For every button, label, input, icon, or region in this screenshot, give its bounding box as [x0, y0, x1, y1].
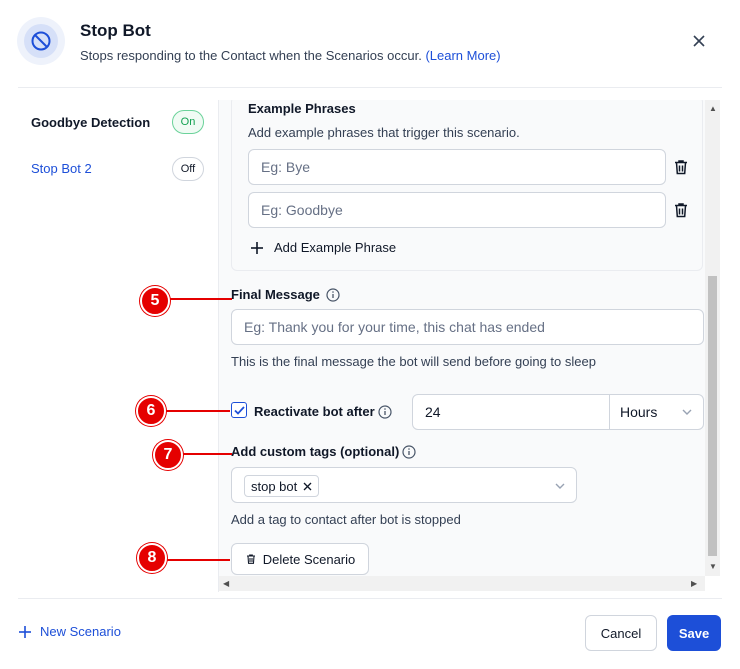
sidebar-item-stop-bot-2[interactable]: Stop Bot 2: [31, 161, 92, 176]
final-message-input[interactable]: Eg: Thank you for your time, this chat h…: [231, 309, 704, 345]
close-button[interactable]: [689, 31, 709, 51]
check-icon: [233, 405, 245, 415]
example-phrases-heading: Example Phrases: [248, 101, 356, 116]
vertical-scrollbar[interactable]: ▲ ▼: [705, 100, 720, 576]
example-phrases-help: Add example phrases that trigger this sc…: [248, 125, 520, 140]
sidebar-item-goodbye-detection[interactable]: Goodbye Detection: [31, 115, 150, 130]
close-icon: [693, 35, 705, 47]
new-scenario-button[interactable]: New Scenario: [18, 624, 121, 639]
add-example-phrase-button[interactable]: Add Example Phrase: [250, 240, 396, 255]
scroll-right-arrow-icon[interactable]: ▶: [691, 579, 697, 588]
status-badge-off[interactable]: Off: [172, 157, 204, 181]
trash-icon[interactable]: [672, 158, 690, 176]
reactivate-checkbox[interactable]: [231, 402, 247, 418]
annotation-line: [160, 559, 230, 561]
delete-scenario-label: Delete Scenario: [262, 551, 356, 567]
status-badge-on[interactable]: On: [172, 110, 204, 134]
custom-tags-help: Add a tag to contact after bot is stoppe…: [231, 512, 461, 527]
horizontal-scrollbar[interactable]: ◀ ▶: [219, 576, 705, 591]
reactivate-unit-select[interactable]: Hours: [609, 394, 704, 430]
custom-tags-select[interactable]: stop bot: [231, 467, 577, 503]
chevron-down-icon: [682, 409, 692, 415]
cancel-button[interactable]: Cancel: [585, 615, 657, 651]
annotation-line: [160, 298, 232, 300]
final-message-label: Final Message: [231, 287, 320, 302]
phrase-input-1[interactable]: Eg: Bye: [248, 149, 666, 185]
chevron-down-icon: [555, 483, 565, 489]
plus-icon: [19, 625, 31, 638]
annotation-marker-7: 7: [153, 440, 183, 470]
annotation-line: [160, 410, 230, 412]
custom-tags-label: Add custom tags (optional): [231, 444, 400, 459]
modal-header: Stop Bot Stops responding to the Contact…: [0, 0, 740, 88]
save-button[interactable]: Save: [667, 615, 721, 651]
add-example-phrase-label: Add Example Phrase: [274, 240, 397, 255]
info-icon[interactable]: [402, 445, 416, 459]
annotation-line: [175, 453, 232, 455]
scroll-down-arrow-icon[interactable]: ▼: [709, 562, 717, 571]
annotation-marker-5: 5: [140, 286, 170, 316]
scenario-form: Example Phrases Add example phrases that…: [219, 100, 705, 576]
scroll-up-arrow-icon[interactable]: ▲: [709, 104, 717, 113]
learn-more-link[interactable]: (Learn More): [425, 48, 500, 63]
delete-scenario-button[interactable]: Delete Scenario: [231, 543, 369, 575]
new-scenario-label: New Scenario: [40, 624, 121, 639]
info-icon[interactable]: [326, 288, 340, 302]
reactivate-label: Reactivate bot after: [254, 404, 375, 419]
subtitle-text: Stops responding to the Contact when the…: [80, 48, 422, 63]
vertical-scroll-thumb[interactable]: [708, 276, 717, 556]
plus-icon: [251, 241, 263, 254]
block-icon: [31, 31, 51, 51]
annotation-marker-8: 8: [137, 543, 167, 573]
example-phrases-card: Example Phrases Add example phrases that…: [231, 100, 703, 271]
scroll-left-arrow-icon[interactable]: ◀: [223, 579, 229, 588]
remove-tag-icon[interactable]: [303, 482, 312, 491]
header-divider: [18, 87, 722, 88]
tag-chip: stop bot: [244, 475, 320, 497]
annotation-marker-6: 6: [136, 396, 166, 426]
footer-divider: [18, 598, 722, 599]
tag-chip-label: stop bot: [251, 478, 298, 494]
reactivate-duration-input[interactable]: 24: [412, 394, 610, 430]
trash-icon[interactable]: [672, 201, 690, 219]
modal-subtitle: Stops responding to the Contact when the…: [80, 48, 501, 63]
modal-title: Stop Bot: [80, 21, 151, 40]
phrase-input-2[interactable]: Eg: Goodbye: [248, 192, 666, 228]
final-message-help: This is the final message the bot will s…: [231, 354, 596, 369]
trash-icon: [246, 554, 255, 564]
reactivate-unit-value: Hours: [620, 404, 658, 420]
info-icon[interactable]: [378, 405, 392, 419]
stop-bot-icon-badge: [17, 17, 65, 65]
